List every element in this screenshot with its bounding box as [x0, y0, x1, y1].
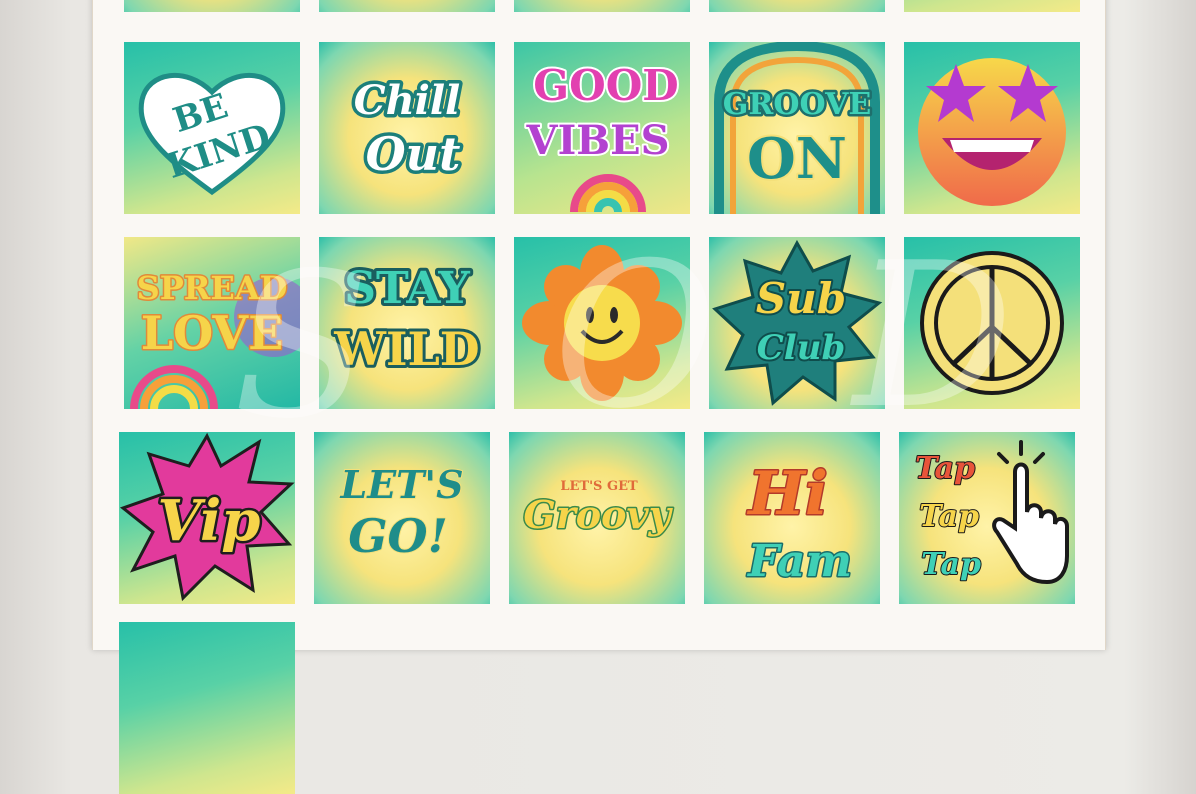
sticker-partial-bottom — [119, 622, 295, 794]
tap-word-1: Tap — [915, 451, 975, 486]
sub-club-word-club: Club — [757, 328, 845, 368]
groove-on-word-groove: GROOVE — [723, 87, 871, 122]
lets-get-groovy-word-groovy: Groovy — [523, 492, 673, 537]
sub-club-word-sub: Sub — [756, 274, 846, 323]
sticker-be-kind: BE KIND — [124, 42, 300, 214]
groove-on-word-on: ON — [747, 126, 847, 192]
sticker-sub-club: Sub Club — [709, 237, 885, 409]
sticker-tap-tap-tap: Tap Tap Tap — [899, 432, 1075, 604]
lets-go-word-go: GO! — [348, 509, 448, 563]
sticker-lets-get-groovy: LET'S GET Groovy — [509, 432, 685, 604]
sticker-partial-1 — [124, 0, 300, 12]
sticker-stay-wild: STAY WILD — [319, 237, 495, 409]
hi-fam-word-hi: Hi — [746, 459, 827, 529]
sticker-hi-fam: Hi Fam — [704, 432, 880, 604]
sticker-peace-sign — [904, 237, 1080, 409]
good-vibes-word-vibes: VIBES — [526, 117, 670, 164]
sticker-smiley-flower — [514, 237, 690, 409]
spread-love-word-love: LOVE — [141, 306, 283, 360]
good-vibes-word-good: GOOD — [533, 61, 678, 110]
emoji-face — [918, 58, 1066, 206]
pointing-hand-icon — [992, 440, 1069, 585]
peace-sign-icon — [920, 251, 1064, 395]
tap-word-2: Tap — [919, 499, 979, 534]
vip-word: Vip — [158, 488, 261, 554]
tap-word-3: Tap — [921, 547, 981, 582]
sticker-sheet: BE KIND Chill Out GOOD VIBES GROOVE ON S… — [92, 0, 1106, 794]
hi-fam-word-fam: Fam — [746, 536, 852, 587]
sticker-partial-5 — [904, 0, 1080, 12]
sticker-groove-on: GROOVE ON — [709, 42, 885, 214]
stay-wild-word-wild: WILD — [333, 322, 479, 376]
spread-love-word-spread: SPREAD — [137, 269, 288, 307]
sticker-partial-2 — [319, 0, 495, 12]
sticker-lets-go: LET'S GO! — [314, 432, 490, 604]
chill-out-word-out: Out — [366, 127, 461, 181]
stay-wild-word-stay: STAY — [344, 263, 470, 314]
lets-go-word-lets: LET'S — [339, 462, 463, 507]
smiley-face-icon — [564, 285, 640, 361]
sticker-good-vibes: GOOD VIBES — [514, 42, 690, 214]
chill-out-word-chill: Chill — [354, 77, 461, 124]
sticker-chill-out: Chill Out — [319, 42, 495, 214]
sticker-vip: Vip — [119, 432, 295, 604]
sticker-star-eyes-emoji — [904, 42, 1080, 214]
sticker-partial-4 — [709, 0, 885, 12]
sticker-spread-love: SPREAD LOVE — [124, 237, 300, 409]
sticker-partial-3 — [514, 0, 690, 12]
